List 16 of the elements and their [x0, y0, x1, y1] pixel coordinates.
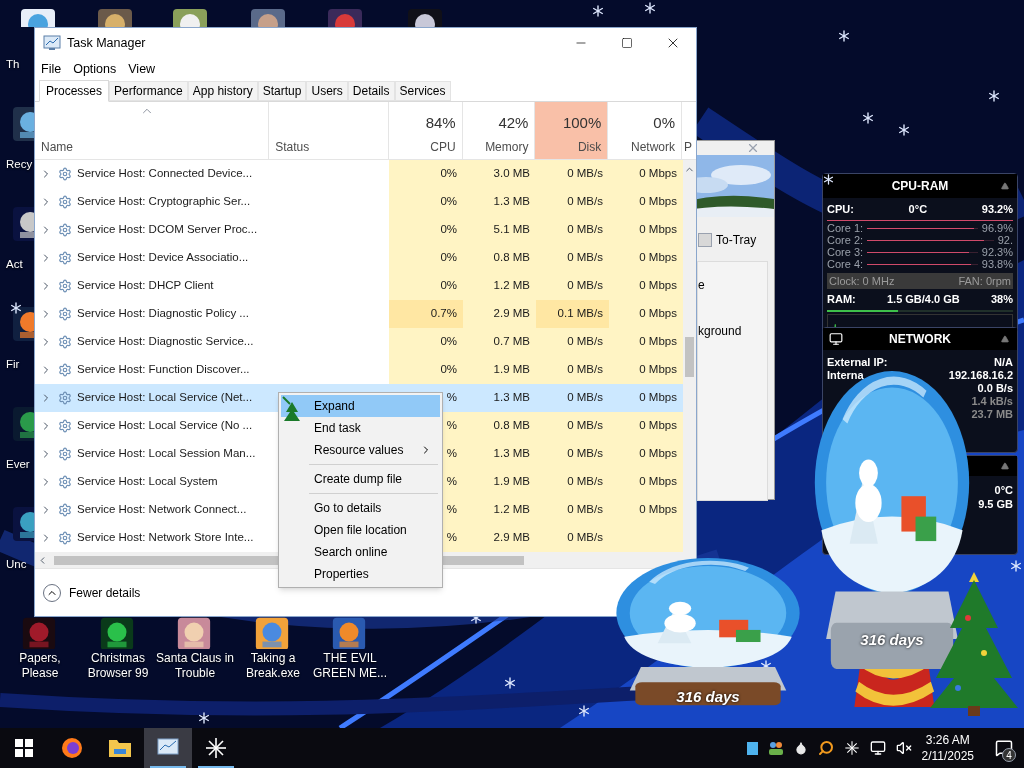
notifications-button[interactable]: 4: [984, 728, 1024, 768]
taskbar-app[interactable]: [144, 728, 192, 768]
droplet-icon[interactable]: [793, 741, 808, 755]
search-icon[interactable]: [817, 740, 834, 756]
clock-time[interactable]: 3:26 AM: [925, 732, 970, 748]
asterisk-icon: [204, 736, 228, 760]
volume-muted-icon[interactable]: [895, 740, 912, 756]
firefox-icon: [60, 736, 84, 760]
asterisk-icon[interactable]: [843, 740, 860, 756]
clock-date[interactable]: 2/11/2025: [921, 748, 974, 764]
windows-logo-icon: [15, 739, 33, 757]
message-icon: [995, 739, 1013, 757]
folder-icon: [108, 737, 132, 759]
people-icon[interactable]: [767, 740, 784, 756]
tray-app-icon[interactable]: [746, 741, 758, 755]
network-icon[interactable]: [869, 740, 886, 756]
